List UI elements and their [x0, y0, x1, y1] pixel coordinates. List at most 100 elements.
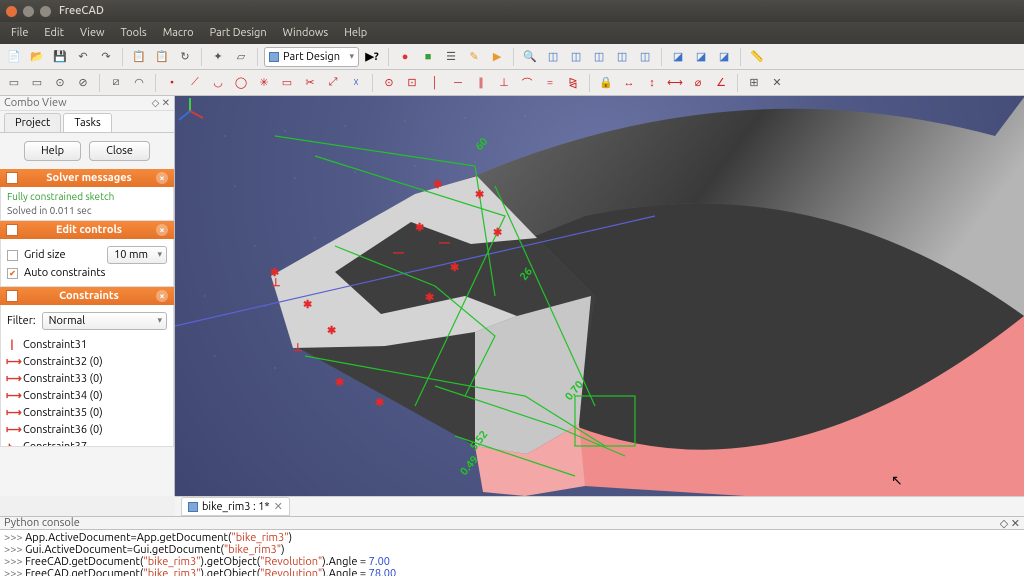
- revolve-icon[interactable]: ⊙: [50, 73, 70, 93]
- angle-icon[interactable]: ∠: [711, 73, 731, 93]
- whatsthis-icon[interactable]: ▶?: [362, 47, 382, 67]
- mapsketch-icon[interactable]: ⊞: [744, 73, 764, 93]
- grid-checkbox[interactable]: [7, 250, 18, 261]
- construct-icon[interactable]: ☓: [346, 73, 366, 93]
- measure-icon[interactable]: 📏: [747, 47, 767, 67]
- view-a-icon[interactable]: ◪: [668, 47, 688, 67]
- paste-icon[interactable]: 📋: [152, 47, 172, 67]
- console-pin-icon[interactable]: ◇ ✕: [1000, 517, 1020, 530]
- menu-windows[interactable]: Windows: [276, 25, 336, 41]
- collapse-icon[interactable]: ×: [156, 172, 168, 184]
- redo-icon[interactable]: ↷: [96, 47, 116, 67]
- 3d-viewport[interactable]: 60 0.49 5.52 140 0.70 26 ✱✱✱ ✱✱✱ ✱✱✱ ✱✱ …: [175, 96, 1024, 496]
- rect-icon[interactable]: ▭: [277, 73, 297, 93]
- symmetric-icon[interactable]: ⧎: [563, 73, 583, 93]
- coincident-icon[interactable]: ⊙: [379, 73, 399, 93]
- hdist-icon[interactable]: ↔: [619, 73, 639, 93]
- window-close-button[interactable]: [6, 6, 17, 17]
- fillet-icon[interactable]: ◠: [129, 73, 149, 93]
- window-minimize-button[interactable]: [23, 6, 34, 17]
- view-b-icon[interactable]: ◪: [691, 47, 711, 67]
- constraint-item[interactable]: ⟼Constraint35 (0): [1, 404, 173, 421]
- view-c-icon[interactable]: ◪: [714, 47, 734, 67]
- pointon-icon[interactable]: ⊡: [402, 73, 422, 93]
- leave-icon[interactable]: ✕: [767, 73, 787, 93]
- close-tab-icon[interactable]: ✕: [274, 500, 283, 513]
- horizontal-icon[interactable]: ─: [448, 73, 468, 93]
- constraint-item[interactable]: |Constraint31: [1, 337, 173, 353]
- filter-dropdown[interactable]: Normal: [42, 312, 167, 330]
- polyline-icon[interactable]: ✳: [254, 73, 274, 93]
- trim-icon[interactable]: ✂: [300, 73, 320, 93]
- edit-icon[interactable]: ✎: [464, 47, 484, 67]
- pocket-icon[interactable]: ▭: [27, 73, 47, 93]
- dist-icon[interactable]: ⟷: [665, 73, 685, 93]
- pad-icon[interactable]: ▭: [4, 73, 24, 93]
- point-icon[interactable]: •: [162, 73, 182, 93]
- stop-icon[interactable]: ■: [418, 47, 438, 67]
- constraint-item[interactable]: ⊾Constraint37: [1, 438, 173, 447]
- perpendicular-icon[interactable]: ⊥: [494, 73, 514, 93]
- menu-help[interactable]: Help: [337, 25, 374, 41]
- play-icon[interactable]: ▶: [487, 47, 507, 67]
- iso-2-icon[interactable]: ◫: [635, 47, 655, 67]
- distance-constraint-icon: ⟼: [6, 372, 18, 385]
- collapse-icon[interactable]: ×: [156, 224, 168, 236]
- arc-icon[interactable]: ◡: [208, 73, 228, 93]
- undo-icon[interactable]: ↶: [73, 47, 93, 67]
- menu-tools[interactable]: Tools: [114, 25, 154, 41]
- constraints-list[interactable]: |Constraint31 ⟼Constraint32 (0) ⟼Constra…: [0, 337, 174, 447]
- save-icon[interactable]: 💾: [50, 47, 70, 67]
- line-icon[interactable]: ⟋: [185, 73, 205, 93]
- solver-section-header[interactable]: Solver messages ×: [0, 169, 174, 187]
- python-console[interactable]: >>> App.ActiveDocument=App.getDocument("…: [0, 530, 1024, 576]
- vertical-icon[interactable]: │: [425, 73, 445, 93]
- refresh-icon[interactable]: ↻: [175, 47, 195, 67]
- circle-icon[interactable]: ◯: [231, 73, 251, 93]
- constraint-item[interactable]: ⟼Constraint32 (0): [1, 353, 173, 370]
- edit-controls-header[interactable]: Edit controls ×: [0, 221, 174, 239]
- close-button[interactable]: Close: [89, 141, 150, 161]
- menu-file[interactable]: File: [4, 25, 35, 41]
- iso-top-icon[interactable]: ◫: [566, 47, 586, 67]
- tab-tasks[interactable]: Tasks: [63, 113, 111, 132]
- menu-partdesign[interactable]: Part Design: [203, 25, 274, 41]
- document-tab[interactable]: bike_rim3 : 1* ✕: [181, 497, 290, 516]
- copy-icon[interactable]: 📋: [129, 47, 149, 67]
- constraint-item[interactable]: ⟼Constraint36 (0): [1, 421, 173, 438]
- chamfer-icon[interactable]: ⧄: [106, 73, 126, 93]
- help-button[interactable]: Help: [24, 141, 81, 161]
- tangent-icon[interactable]: ⌒: [517, 73, 537, 93]
- lock-icon[interactable]: 🔒: [596, 73, 616, 93]
- equal-icon[interactable]: =: [540, 73, 560, 93]
- list-icon[interactable]: ☰: [441, 47, 461, 67]
- menu-edit[interactable]: Edit: [37, 25, 71, 41]
- groove-icon[interactable]: ⊘: [73, 73, 93, 93]
- external-icon[interactable]: ⤢: [323, 73, 343, 93]
- radius-icon[interactable]: ⌀: [688, 73, 708, 93]
- iso-1-icon[interactable]: ◫: [612, 47, 632, 67]
- parallel-icon[interactable]: ∥: [471, 73, 491, 93]
- window-maximize-button[interactable]: [40, 6, 51, 17]
- iso-front-icon[interactable]: ◫: [543, 47, 563, 67]
- new-doc-icon[interactable]: 📄: [4, 47, 24, 67]
- collapse-icon[interactable]: ×: [156, 290, 168, 302]
- combo-view-panel: Combo View ◇ ✕ Project Tasks Help Close …: [0, 96, 175, 496]
- auto-constraints-checkbox[interactable]: ✔: [7, 268, 18, 279]
- zoom-icon[interactable]: 🔍: [520, 47, 540, 67]
- tab-project[interactable]: Project: [4, 113, 61, 132]
- constraint-item[interactable]: ⟼Constraint34 (0): [1, 387, 173, 404]
- constraints-header[interactable]: Constraints ×: [0, 287, 174, 305]
- axis-icon[interactable]: ✦: [208, 47, 228, 67]
- open-icon[interactable]: 📂: [27, 47, 47, 67]
- panel-pin-icon[interactable]: ◇ ✕: [152, 97, 170, 109]
- record-icon[interactable]: ●: [395, 47, 415, 67]
- grid-size-dropdown[interactable]: 10 mm: [107, 246, 167, 264]
- workbench-selector[interactable]: Part Design: [264, 47, 359, 67]
- constraint-item[interactable]: ⟼Constraint33 (0): [1, 370, 173, 387]
- plane-icon[interactable]: ▱: [231, 47, 251, 67]
- menu-macro[interactable]: Macro: [156, 25, 201, 41]
- vdist-icon[interactable]: ↕: [642, 73, 662, 93]
- iso-side-icon[interactable]: ◫: [589, 47, 609, 67]
- menu-view[interactable]: View: [73, 25, 112, 41]
